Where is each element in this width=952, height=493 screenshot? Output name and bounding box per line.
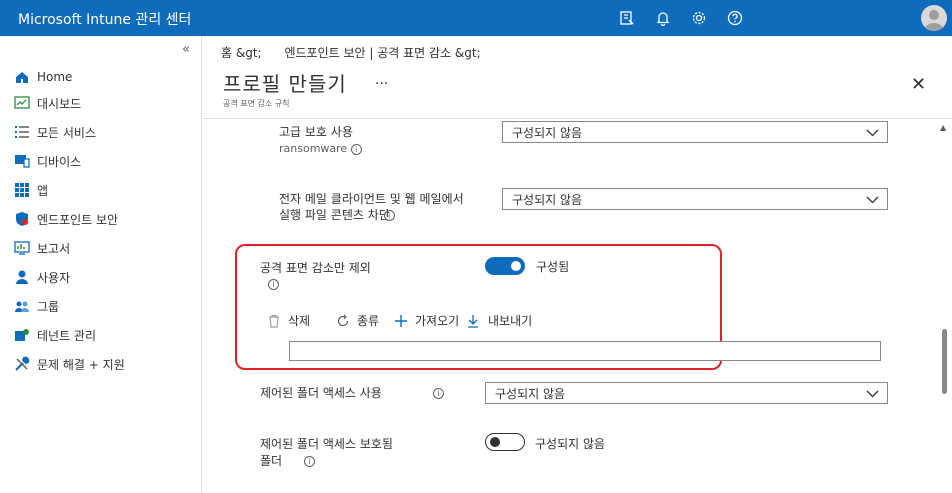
sidebar-item-groups[interactable]: 그룹 <box>13 295 59 317</box>
sidebar-item-label: 모든 서비스 <box>37 125 97 140</box>
app-title[interactable]: Microsoft Intune 관리 센터 <box>18 9 191 29</box>
sidebar-item-label: Home <box>37 70 73 84</box>
sidebar-item-label: 문제 해결 + 지원 <box>37 357 125 372</box>
sidebar-item-label: 사용자 <box>37 270 71 285</box>
email-exec-dropdown[interactable]: 구성되지 않음 <box>502 188 888 210</box>
asr-exclusions-toggle[interactable] <box>485 257 525 275</box>
collapse-sidebar-button[interactable]: « <box>182 42 190 57</box>
list-icon <box>13 123 31 141</box>
trash-icon <box>269 314 279 328</box>
setting-label-controlled-folder: 제어된 폴더 액세스 사용 <box>260 386 382 400</box>
import-label: 가져오기 <box>415 314 460 328</box>
asr-exclusions-toggle-label: 구성됨 <box>536 260 570 274</box>
page-title: 프로필 만들기 <box>223 72 347 96</box>
delete-label: 삭제 <box>288 314 311 328</box>
setting-label-text: 폴더 <box>260 454 283 468</box>
chevron-down-icon <box>866 196 879 204</box>
bell-icon[interactable] <box>654 9 672 27</box>
help-icon[interactable] <box>726 9 744 27</box>
close-icon[interactable]: ✕ <box>911 74 926 95</box>
wrench-icon <box>13 355 31 373</box>
sidebar: « Home 대시보드 모든 서비스 디바이스 앱 엔드포인트 보안 보고서 사… <box>0 36 202 493</box>
user-icon <box>13 268 31 286</box>
info-icon[interactable]: i <box>383 210 395 221</box>
tenant-icon <box>13 326 31 344</box>
sidebar-item-label: 엔드포인트 보안 <box>37 212 119 227</box>
sidebar-item-label: 대시보드 <box>37 96 82 111</box>
dashboard-icon <box>13 94 31 112</box>
shield-icon <box>13 210 31 228</box>
advanced-protection-dropdown[interactable]: 구성되지 않음 <box>502 121 888 143</box>
dropdown-value: 구성되지 않음 <box>495 386 566 401</box>
info-icon[interactable]: i <box>303 456 315 467</box>
refresh-icon <box>337 314 349 326</box>
header-divider <box>203 118 952 119</box>
scrollbar[interactable]: ▲ <box>938 119 950 493</box>
sidebar-item-dashboard[interactable]: 대시보드 <box>13 92 81 114</box>
scrollbar-thumb[interactable] <box>942 329 947 394</box>
delete-button[interactable]: 삭제 <box>267 312 310 329</box>
chevron-down-icon <box>866 390 879 398</box>
gear-icon[interactable] <box>690 9 708 27</box>
avatar[interactable] <box>921 5 947 31</box>
device-icon <box>13 152 31 170</box>
setting-sublabel-text: ransomware <box>279 142 348 155</box>
toggle-knob <box>490 437 500 447</box>
chevron-down-icon <box>866 129 879 137</box>
controlled-folder-dropdown[interactable]: 구성되지 않음 <box>485 382 888 404</box>
protected-folders-toggle[interactable] <box>485 433 525 451</box>
exclusion-path-input[interactable] <box>289 341 881 361</box>
setting-label-asr-exclusions: 공격 표면 감소만 제외 <box>260 261 371 275</box>
sidebar-item-label: 테넌트 관리 <box>37 328 97 343</box>
dropdown-value: 구성되지 않음 <box>512 125 583 140</box>
protected-folders-toggle-label: 구성되지 않음 <box>535 437 606 451</box>
sidebar-item-users[interactable]: 사용자 <box>13 266 70 288</box>
sidebar-item-devices[interactable]: 디바이스 <box>13 150 81 172</box>
setting-label-text: 실행 파일 콘텐츠 차단 <box>279 208 390 222</box>
page-subtitle: 공격 표면 감소 규칙 <box>223 99 290 108</box>
apps-grid-icon <box>13 181 31 199</box>
top-bar: Microsoft Intune 관리 센터 <box>0 0 952 36</box>
setting-label-protected-folders-line2: 폴더 i <box>260 453 315 469</box>
home-icon <box>13 68 31 86</box>
sidebar-item-troubleshooting[interactable]: 문제 해결 + 지원 <box>13 353 125 375</box>
sidebar-item-label: 앱 <box>37 183 49 198</box>
sidebar-item-all-services[interactable]: 모든 서비스 <box>13 121 96 143</box>
toggle-knob <box>511 261 521 271</box>
setting-label-protected-folders-line1: 제어된 폴더 액세스 보호됨 <box>260 437 393 451</box>
sidebar-item-label: 디바이스 <box>37 154 82 169</box>
info-icon[interactable]: i <box>268 279 279 290</box>
info-icon[interactable]: i <box>350 143 362 155</box>
sidebar-item-label: 그룹 <box>37 299 60 314</box>
scroll-up-icon[interactable]: ▲ <box>940 123 946 132</box>
info-icon[interactable]: i <box>433 388 444 399</box>
group-icon <box>13 297 31 315</box>
download-icon <box>468 314 478 328</box>
export-button[interactable]: 내보내기 <box>466 312 532 329</box>
report-icon <box>13 239 31 257</box>
setting-label-email-exec-line2: 실행 파일 콘텐츠 차단 i <box>279 207 395 223</box>
setting-label-advanced-protection: 고급 보호 사용 <box>279 125 353 139</box>
main-panel: 홈 &gt; 엔드포인트 보안 | 공격 표면 감소 &gt; 프로필 만들기 … <box>203 36 952 493</box>
sidebar-item-reports[interactable]: 보고서 <box>13 237 70 259</box>
dropdown-value: 구성되지 않음 <box>512 192 583 207</box>
export-label: 내보내기 <box>488 314 533 328</box>
sort-label: 종류 <box>357 314 380 328</box>
sidebar-item-endpoint-security[interactable]: 엔드포인트 보안 <box>13 208 118 230</box>
more-options-button[interactable]: ... <box>375 72 388 88</box>
sidebar-item-apps[interactable]: 앱 <box>13 179 48 201</box>
sort-button[interactable]: 종류 <box>336 312 379 329</box>
import-button[interactable]: 가져오기 <box>394 312 459 329</box>
plus-icon <box>395 314 407 327</box>
breadcrumb[interactable]: 홈 &gt; 엔드포인트 보안 | 공격 표면 감소 &gt; <box>221 44 481 61</box>
sidebar-item-tenant-admin[interactable]: 테넌트 관리 <box>13 324 96 346</box>
sidebar-item-home[interactable]: Home <box>13 66 72 88</box>
feedback-icon[interactable] <box>618 9 636 27</box>
setting-sublabel-ransomware: ransomware i <box>279 142 362 155</box>
sidebar-item-label: 보고서 <box>37 241 71 256</box>
setting-label-email-exec-line1: 전자 메일 클라이언트 및 웹 메일에서 <box>279 192 464 206</box>
